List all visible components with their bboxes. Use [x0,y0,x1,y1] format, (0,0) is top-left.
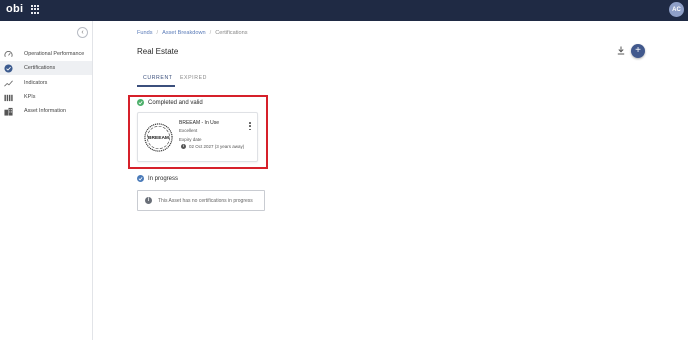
apps-grid-icon[interactable] [31,5,40,14]
completed-section-heading: Completed and valid [137,99,203,106]
empty-state-text: This Asset has no certifications in prog… [158,197,253,204]
bars-icon [4,93,13,102]
tab-current[interactable]: CURRENT [143,75,173,81]
expiry-value: 02 Oct 2027 (3 years away) [189,144,245,149]
page-title: Real Estate [137,47,179,56]
check-circle-icon [137,175,144,182]
breadcrumb-separator: / [209,30,212,36]
top-bar: obi AC [0,0,688,21]
download-icon[interactable] [617,46,625,55]
sidebar-item-label: Operational Performance [24,51,85,57]
breadcrumb-separator: / [156,30,159,36]
expiry-date: i 02 Oct 2027 (3 years away) [181,144,244,149]
section-title: Completed and valid [148,99,203,106]
certification-card[interactable]: BREEAM BREEAM - In Use Excellent Expiry … [137,112,258,162]
breeam-logo-text: BREEAM [148,135,169,141]
speedometer-icon [4,50,13,59]
sidebar-item-certifications[interactable]: Certifications [0,61,92,75]
app-logo[interactable]: obi [6,3,23,15]
expiry-label: Expiry date [179,137,202,142]
breadcrumb-asset-breakdown[interactable]: Asset Breakdown [162,30,206,36]
more-options-icon[interactable] [249,122,251,130]
check-circle-icon [137,99,144,106]
empty-state-message: i This Asset has no certifications in pr… [137,190,265,211]
collapse-sidebar-button[interactable]: ‹ [77,27,88,38]
sidebar-item-kpis[interactable]: KPIs [0,90,92,104]
sidebar-item-indicators[interactable]: Indicators [0,76,92,90]
sidebar-item-label: Indicators [24,80,48,86]
add-certification-button[interactable]: + [631,44,645,58]
info-icon: i [181,144,186,149]
sidebar: ‹ Operational Performance Certifications… [0,21,93,340]
building-icon [4,107,13,116]
section-title: In progress [148,175,179,182]
breadcrumb: Funds / Asset Breakdown / Certifications [137,30,248,36]
breadcrumb-current: Certifications [215,30,248,36]
active-tab-indicator [137,85,175,87]
breadcrumb-funds[interactable]: Funds [137,30,153,36]
sidebar-item-asset-information[interactable]: Asset Information [0,104,92,118]
user-avatar[interactable]: AC [669,2,684,17]
sidebar-item-label: Asset Information [24,108,66,114]
sidebar-item-label: Certifications [24,65,56,71]
sidebar-item-operational-performance[interactable]: Operational Performance [0,47,92,61]
breeam-logo: BREEAM [144,123,173,152]
tab-expired[interactable]: EXPIRED [180,75,207,81]
sidebar-item-label: KPIs [24,94,36,100]
in-progress-section-heading: In progress [137,175,178,182]
certification-rating: Excellent [179,128,198,133]
trend-line-icon [4,79,13,88]
verified-check-icon [4,63,13,73]
certification-name: BREEAM - In Use [179,120,220,126]
info-icon: i [145,197,152,204]
